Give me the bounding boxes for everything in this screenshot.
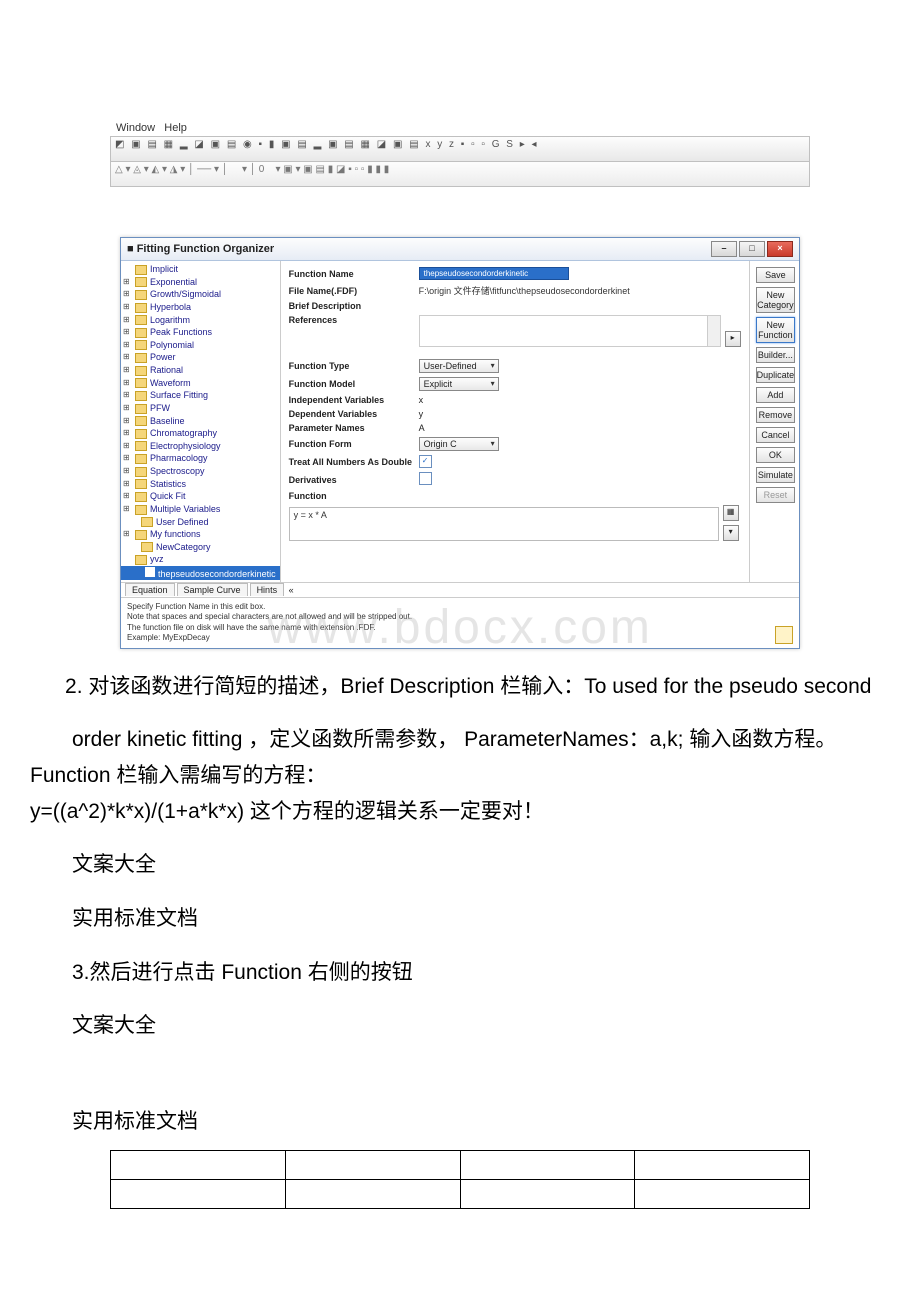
tree-item[interactable]: PFW xyxy=(121,402,280,415)
fitting-function-organizer-dialog: ■ Fitting Function Organizer – □ × Impli… xyxy=(120,237,800,649)
tree-item[interactable]: Multiple Variables xyxy=(121,503,280,516)
tree-item[interactable]: Rational xyxy=(121,364,280,377)
hint-panel: Specify Function Name in this edit box. … xyxy=(121,597,799,648)
tree-item[interactable]: Logarithm xyxy=(121,314,280,327)
function-form-combo[interactable]: Origin C xyxy=(419,437,499,451)
references-expand-icon[interactable]: ▸ xyxy=(725,331,741,347)
dependent-vars-input[interactable]: y xyxy=(419,409,424,419)
header-text-2: 实用标准文档 xyxy=(30,1104,890,1140)
add-button[interactable]: Add xyxy=(756,387,796,403)
function-body-textarea[interactable]: y = x * A xyxy=(289,507,719,541)
tab-hints[interactable]: Hints xyxy=(250,583,285,596)
tree-item[interactable]: Baseline xyxy=(121,415,280,428)
function-expand-icon[interactable]: ▾ xyxy=(723,525,739,541)
references-textarea[interactable] xyxy=(419,315,721,347)
function-model-combo[interactable]: Explicit xyxy=(419,377,499,391)
save-button[interactable]: Save xyxy=(756,267,796,283)
label-treat-double: Treat All Numbers As Double xyxy=(289,457,419,467)
footer-text-2: 文案大全 xyxy=(30,1008,890,1044)
toolbar-row-1: ◩ ▣ ▤ ▦ ▂ ◪ ▣ ▤ ◉ ▪ ▮ ▣ ▤ ▂ ▣ ▤ ▦ ◪ ▣ ▤ … xyxy=(110,136,810,162)
treat-double-checkbox[interactable]: ✓ xyxy=(419,455,432,468)
label-function-form: Function Form xyxy=(289,439,419,449)
cancel-button[interactable]: Cancel xyxy=(756,427,796,443)
category-tree[interactable]: Implicit Exponential Growth/Sigmoidal Hy… xyxy=(121,261,281,582)
footer-text-1: 文案大全 xyxy=(30,847,890,883)
tree-item[interactable]: Waveform xyxy=(121,377,280,390)
label-derivatives: Derivatives xyxy=(289,475,419,485)
tree-item[interactable]: Power xyxy=(121,351,280,364)
param-names-input[interactable]: A xyxy=(419,423,425,433)
tree-item[interactable]: NewCategory xyxy=(121,541,280,554)
label-param-names: Parameter Names xyxy=(289,423,419,433)
dialog-title: Fitting Function Organizer xyxy=(137,243,275,255)
new-category-button[interactable]: New Category xyxy=(756,287,796,313)
reset-button[interactable]: Reset xyxy=(756,487,796,503)
remove-button[interactable]: Remove xyxy=(756,407,796,423)
tree-item[interactable]: Exponential xyxy=(121,276,280,289)
tree-item[interactable]: Pharmacology xyxy=(121,452,280,465)
label-references: References xyxy=(289,315,419,325)
empty-table xyxy=(110,1150,810,1209)
paragraph-2c: y=((a^2)*k*x)/(1+a*k*x) 这个方程的逻辑关系一定要对！ xyxy=(30,794,890,830)
label-function-model: Function Model xyxy=(289,379,419,389)
paragraph-3: 3.然后进行点击 Function 右侧的按钮 xyxy=(30,955,890,991)
app-screenshot: Window Help ◩ ▣ ▤ ▦ ▂ ◪ ▣ ▤ ◉ ▪ ▮ ▣ ▤ ▂ … xyxy=(110,120,810,649)
tree-item[interactable]: Electrophysiology xyxy=(121,440,280,453)
builder-button[interactable]: Builder... xyxy=(756,347,796,363)
close-icon[interactable]: × xyxy=(767,241,793,257)
tree-item[interactable]: My functions xyxy=(121,528,280,541)
paragraph-2a: 2. 对该函数进行简短的描述，Brief Description 栏输入：To … xyxy=(30,669,890,705)
dialog-titlebar: ■ Fitting Function Organizer – □ × xyxy=(121,238,799,261)
function-edit-icon[interactable]: ▦ xyxy=(723,505,739,521)
label-dependent-vars: Dependent Variables xyxy=(289,409,419,419)
header-text-1: 实用标准文档 xyxy=(30,901,890,937)
menu-window[interactable]: Window xyxy=(116,122,155,134)
tree-item[interactable]: Peak Functions xyxy=(121,326,280,339)
label-function: Function xyxy=(289,491,419,501)
tree-item[interactable]: Surface Fitting xyxy=(121,389,280,402)
function-name-input[interactable]: thepseudosecondorderkinetic xyxy=(419,267,569,280)
maximize-icon[interactable]: □ xyxy=(739,241,765,257)
tree-item[interactable]: Growth/Sigmoidal xyxy=(121,288,280,301)
tab-sample-curve[interactable]: Sample Curve xyxy=(177,583,248,596)
tree-item[interactable]: Polynomial xyxy=(121,339,280,352)
function-form: Function Name thepseudosecondorderkineti… xyxy=(281,261,749,582)
bottom-tabs: EquationSample CurveHints « xyxy=(121,582,799,597)
label-function-type: Function Type xyxy=(289,361,419,371)
tree-item-selected[interactable]: thepseudosecondorderkinetic xyxy=(121,566,280,580)
tree-item[interactable]: yvz xyxy=(121,553,280,566)
label-file-name: File Name(.FDF) xyxy=(289,286,419,296)
tree-item[interactable]: Quick Fit xyxy=(121,490,280,503)
tree-item[interactable]: User Defined xyxy=(121,516,280,529)
dialog-side-buttons: Save New Category New Function Builder..… xyxy=(749,261,802,582)
minimize-icon[interactable]: – xyxy=(711,241,737,257)
independent-vars-input[interactable]: x xyxy=(419,395,424,405)
label-function-name: Function Name xyxy=(289,269,419,279)
new-function-button[interactable]: New Function xyxy=(756,317,796,343)
tab-equation[interactable]: Equation xyxy=(125,583,175,596)
label-independent-vars: Independent Variables xyxy=(289,395,419,405)
label-brief-desc: Brief Description xyxy=(289,301,419,311)
duplicate-button[interactable]: Duplicate xyxy=(756,367,796,383)
tree-item[interactable]: Statistics xyxy=(121,478,280,491)
tree-item[interactable]: Chromatography xyxy=(121,427,280,440)
toolbar-row-2: △ ▾ ◬ ▾ ◭ ▾ ◮ ▾ │ ── ▾ │ ▾ │ 0 ▾ ▣ ▾ ▣ ▤… xyxy=(110,162,810,187)
tree-item[interactable]: Hyperbola xyxy=(121,301,280,314)
menu-help[interactable]: Help xyxy=(164,122,187,134)
paragraph-2b: order kinetic fitting ，定义函数所需参数， Paramet… xyxy=(30,722,890,793)
function-type-combo[interactable]: User-Defined xyxy=(419,359,499,373)
simulate-button[interactable]: Simulate xyxy=(756,467,796,483)
menu-bar: Window Help xyxy=(110,120,810,136)
tree-item[interactable]: Implicit xyxy=(121,263,280,276)
file-name-value: F:\origin 文件存储\fitfunc\thepseudosecondor… xyxy=(419,286,630,296)
derivatives-checkbox[interactable] xyxy=(419,472,432,485)
tree-item[interactable]: Spectroscopy xyxy=(121,465,280,478)
ok-button[interactable]: OK xyxy=(756,447,796,463)
